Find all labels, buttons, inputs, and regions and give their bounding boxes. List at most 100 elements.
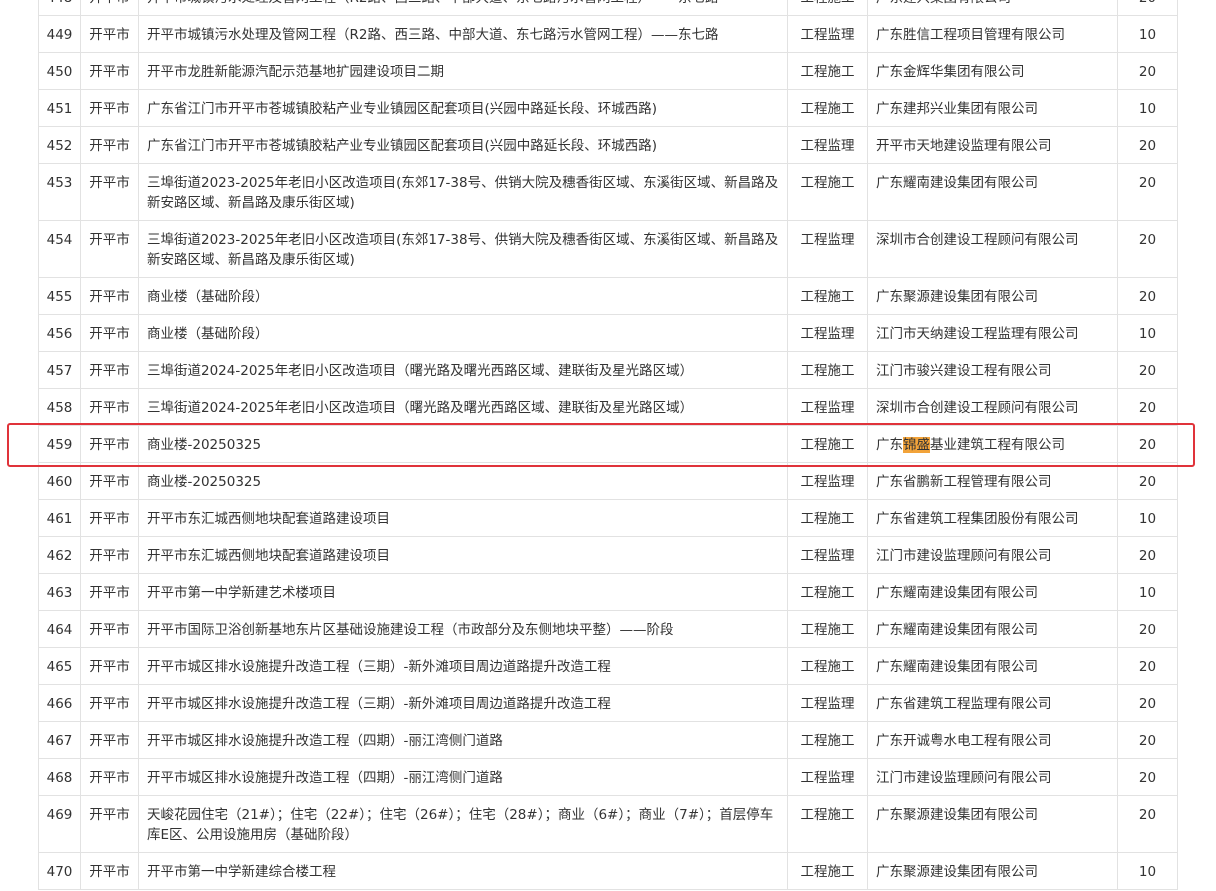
project-name-cell: 开平市城镇污水处理及管网工程（R2路、西三路、中部大道、东七路污水管网工程）——… [138,15,788,53]
row-number-cell: 455 [38,277,81,315]
table-row: 449 开平市 开平市城镇污水处理及管网工程（R2路、西三路、中部大道、东七路污水管… [38,15,1178,53]
work-type-cell: 工程施工 [787,0,868,16]
score-cell: 20 [1117,795,1178,853]
company-cell: 广东锦盛基业建筑工程有限公司 [867,425,1118,463]
score-cell: 20 [1117,758,1178,796]
work-type-cell: 工程监理 [787,758,868,796]
search-match-highlight: 锦盛 [903,437,930,453]
city-cell: 开平市 [80,462,139,500]
table-body: 448开平市开平市城镇污水处理及管网工程（R2路、西三路、中部大道、东七路污水管… [38,0,1178,890]
row-number-cell: 454 [38,220,81,278]
city-cell: 开平市 [80,314,139,352]
score-cell: 20 [1117,351,1178,389]
city-cell: 开平市 [80,15,139,53]
score-cell: 20 [1117,163,1178,221]
work-type-cell: 工程施工 [787,277,868,315]
score-cell: 20 [1117,721,1178,759]
table-row: 455 开平市 商业楼（基础阶段） 工程施工 广东聚源建设集团有限公司 20 [38,277,1178,315]
row-number-cell: 465 [38,647,81,685]
project-name-cell: 三埠街道2024-2025年老旧小区改造项目（曙光路及曙光西路区域、建联街及星光… [138,388,788,426]
score-cell: 20 [1117,610,1178,648]
company-cell: 广东建兴集团有限公司 [867,0,1118,16]
work-type-cell: 工程监理 [787,15,868,53]
project-name-cell: 开平市龙胜新能源汽配示范基地扩园建设项目二期 [138,52,788,90]
work-type-cell: 工程施工 [787,647,868,685]
city-cell: 开平市 [80,758,139,796]
table-row: 457 开平市 三埠街道2024-2025年老旧小区改造项目（曙光路及曙光西路区域、… [38,351,1178,389]
city-cell: 开平市 [80,499,139,537]
row-number-cell: 456 [38,314,81,352]
table-row: 453 开平市 三埠街道2023-2025年老旧小区改造项目(东郊17-38号、供销… [38,163,1178,221]
work-type-cell: 工程监理 [787,536,868,574]
work-type-cell: 工程施工 [787,351,868,389]
company-cell: 广东金辉华集团有限公司 [867,52,1118,90]
work-type-cell: 工程监理 [787,314,868,352]
company-cell: 广东聚源建设集团有限公司 [867,277,1118,315]
project-name-cell: 三埠街道2023-2025年老旧小区改造项目(东郊17-38号、供销大院及穗香街… [138,163,788,221]
score-cell: 10 [1117,499,1178,537]
table-row: 469 开平市 天峻花园住宅（21#）；住宅（22#）；住宅（26#）；住宅（28#… [38,795,1178,853]
city-cell: 开平市 [80,163,139,221]
project-name-cell: 广东省江门市开平市苍城镇胶粘产业专业镇园区配套项目(兴园中路延长段、环城西路) [138,126,788,164]
table-row: 451 开平市 广东省江门市开平市苍城镇胶粘产业专业镇园区配套项目(兴园中路延长段、… [38,89,1178,127]
row-number-cell: 450 [38,52,81,90]
project-name-cell: 开平市城区排水设施提升改造工程（三期）-新外滩项目周边道路提升改造工程 [138,647,788,685]
city-cell: 开平市 [80,721,139,759]
project-name-cell: 开平市东汇城西侧地块配套道路建设项目 [138,536,788,574]
results-table-wrapper: 448开平市开平市城镇污水处理及管网工程（R2路、西三路、中部大道、东七路污水管… [38,0,1178,890]
project-name-cell: 三埠街道2024-2025年老旧小区改造项目（曙光路及曙光西路区域、建联街及星光… [138,351,788,389]
company-cell: 广东省建筑工程监理有限公司 [867,684,1118,722]
score-cell: 10 [1117,852,1178,890]
work-type-cell: 工程监理 [787,684,868,722]
work-type-cell: 工程监理 [787,220,868,278]
city-cell: 开平市 [80,610,139,648]
table-row: 452 开平市 广东省江门市开平市苍城镇胶粘产业专业镇园区配套项目(兴园中路延长段、… [38,126,1178,164]
work-type-cell: 工程施工 [787,163,868,221]
project-name-cell: 商业楼（基础阶段） [138,314,788,352]
row-number-cell: 458 [38,388,81,426]
project-name-cell: 开平市城区排水设施提升改造工程（四期）-丽江湾侧门道路 [138,721,788,759]
city-cell: 开平市 [80,351,139,389]
score-cell: 20 [1117,277,1178,315]
table-row: 450 开平市 开平市龙胜新能源汽配示范基地扩园建设项目二期 工程施工 广东金辉华集团有… [38,52,1178,90]
work-type-cell: 工程施工 [787,89,868,127]
company-cell: 广东省鹏新工程管理有限公司 [867,462,1118,500]
company-text-before: 广东 [876,437,903,453]
score-cell: 20 [1117,388,1178,426]
row-number-cell: 469 [38,795,81,853]
city-cell: 开平市 [80,52,139,90]
row-number-cell: 464 [38,610,81,648]
work-type-cell: 工程施工 [787,795,868,853]
table-row: 460 开平市 商业楼-20250325 工程监理 广东省鹏新工程管理有限公司 20 [38,462,1178,500]
row-number-cell: 466 [38,684,81,722]
score-cell: 20 [1117,220,1178,278]
table-row: 465 开平市 开平市城区排水设施提升改造工程（三期）-新外滩项目周边道路提升改造工… [38,647,1178,685]
score-cell: 10 [1117,314,1178,352]
company-cell: 深圳市合创建设工程顾问有限公司 [867,388,1118,426]
work-type-cell: 工程施工 [787,610,868,648]
project-name-cell: 开平市第一中学新建艺术楼项目 [138,573,788,611]
project-name-cell: 商业楼（基础阶段） [138,277,788,315]
city-cell: 开平市 [80,573,139,611]
score-cell: 20 [1117,126,1178,164]
company-cell: 江门市骏兴建设工程有限公司 [867,351,1118,389]
work-type-cell: 工程施工 [787,425,868,463]
table-row: 458 开平市 三埠街道2024-2025年老旧小区改造项目（曙光路及曙光西路区域、… [38,388,1178,426]
table-row: 459 开平市 商业楼-20250325 工程施工 广东锦盛基业建筑工程有限公司 20 [38,425,1178,463]
city-cell: 开平市 [80,647,139,685]
project-name-cell: 天峻花园住宅（21#）；住宅（22#）；住宅（26#）；住宅（28#）；商业（6… [138,795,788,853]
company-cell: 开平市天地建设监理有限公司 [867,126,1118,164]
city-cell: 开平市 [80,0,139,16]
project-name-cell: 三埠街道2023-2025年老旧小区改造项目(东郊17-38号、供销大院及穗香街… [138,220,788,278]
project-name-cell: 开平市城区排水设施提升改造工程（三期）-新外滩项目周边道路提升改造工程 [138,684,788,722]
company-cell: 广东开诚粤水电工程有限公司 [867,721,1118,759]
city-cell: 开平市 [80,277,139,315]
company-cell: 江门市建设监理顾问有限公司 [867,758,1118,796]
city-cell: 开平市 [80,536,139,574]
score-cell: 20 [1117,52,1178,90]
project-name-cell: 开平市城区排水设施提升改造工程（四期）-丽江湾侧门道路 [138,758,788,796]
work-type-cell: 工程施工 [787,499,868,537]
company-cell: 江门市天纳建设工程监理有限公司 [867,314,1118,352]
company-cell: 广东建邦兴业集团有限公司 [867,89,1118,127]
row-number-cell: 453 [38,163,81,221]
